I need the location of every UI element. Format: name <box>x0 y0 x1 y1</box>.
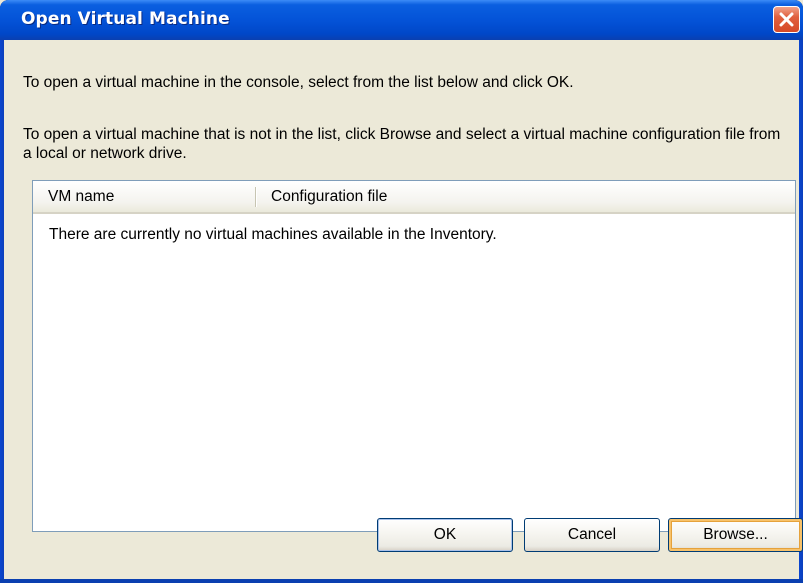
column-header-configuration-file[interactable]: Configuration file <box>255 181 796 212</box>
dialog-body: To open a virtual machine in the console… <box>4 40 799 579</box>
window-frame-right <box>799 40 803 583</box>
vm-list[interactable]: VM name Configuration file There are cur… <box>32 180 796 532</box>
title-bar[interactable]: Open Virtual Machine <box>0 0 803 40</box>
instruction-text-browse: To open a virtual machine that is not in… <box>23 126 781 162</box>
cancel-button[interactable]: Cancel <box>524 518 660 552</box>
window-title: Open Virtual Machine <box>21 9 230 29</box>
close-icon <box>779 12 794 27</box>
vm-list-empty-message: There are currently no virtual machines … <box>49 226 497 243</box>
browse-button[interactable]: Browse... <box>668 518 803 552</box>
open-virtual-machine-dialog: Open Virtual Machine To open a virtual m… <box>0 0 803 583</box>
column-header-vm-name[interactable]: VM name <box>33 181 255 212</box>
instruction-text-select: To open a virtual machine in the console… <box>23 74 574 91</box>
close-button[interactable] <box>773 6 800 33</box>
window-frame-bottom <box>0 579 803 583</box>
vm-list-header: VM name Configuration file <box>33 181 795 214</box>
ok-button[interactable]: OK <box>377 518 513 552</box>
